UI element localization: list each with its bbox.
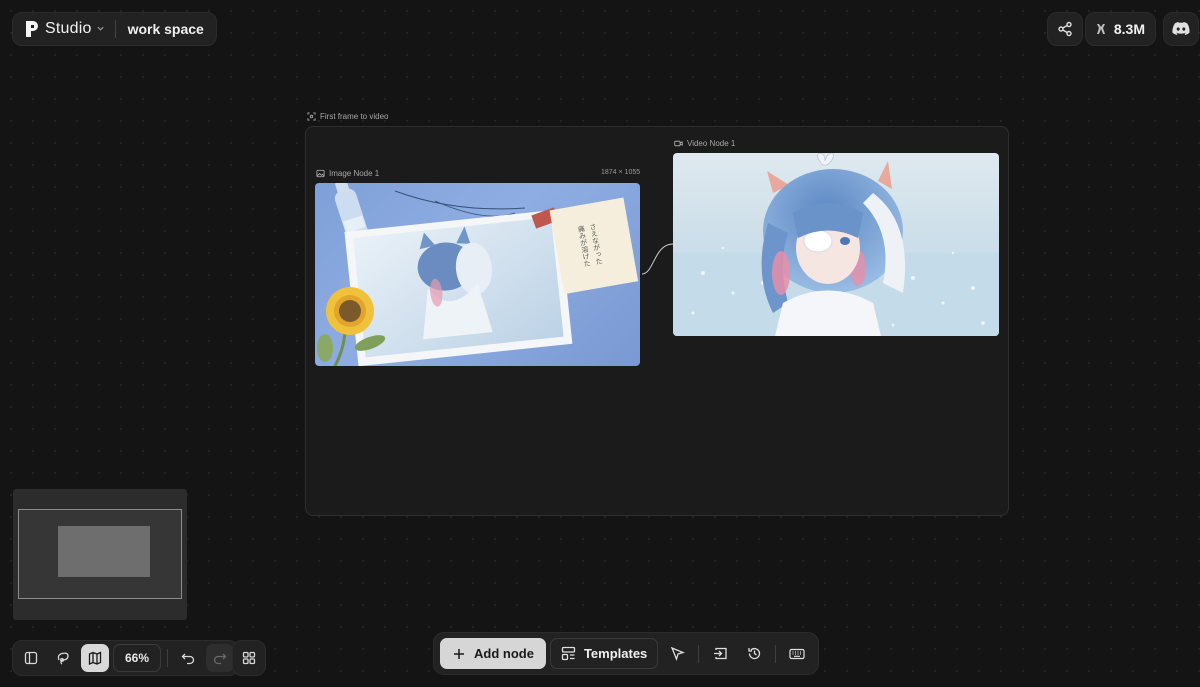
credits-icon xyxy=(1096,24,1105,34)
pointer-icon xyxy=(670,646,685,661)
share-icon xyxy=(1058,21,1072,37)
credits-value: 8.3M xyxy=(1113,21,1145,37)
image-dimensions: 1874 × 1055 xyxy=(601,169,641,176)
divider xyxy=(167,649,168,667)
templates-label: Templates xyxy=(583,646,648,661)
sidebar-toggle-icon xyxy=(24,651,38,665)
templates-button[interactable]: Templates xyxy=(549,638,659,669)
image-node[interactable]: さえながった 痛みが溶けた xyxy=(315,183,640,366)
divider xyxy=(698,644,700,663)
workspace-name[interactable]: work space xyxy=(128,21,204,37)
image-node-artwork: さえながった 痛みが溶けた xyxy=(317,183,639,366)
video-node[interactable] xyxy=(673,153,999,336)
discord-button[interactable] xyxy=(1163,12,1199,46)
node-connection-edge xyxy=(641,243,674,275)
image-icon xyxy=(316,169,325,178)
image-node-label[interactable]: Image Node 1 xyxy=(316,169,379,178)
divider xyxy=(114,20,116,38)
discord-icon xyxy=(1172,22,1190,35)
view-toolbar: 66% xyxy=(12,640,239,676)
workspace-header: Studio work space xyxy=(12,12,217,46)
undo-button[interactable] xyxy=(174,644,202,672)
history-icon xyxy=(748,647,760,660)
grid-view-button[interactable] xyxy=(232,640,266,676)
video-node-artwork xyxy=(673,153,999,336)
import-button[interactable] xyxy=(705,639,735,669)
map-toggle-button[interactable] xyxy=(81,644,109,672)
sidebar-toggle-button[interactable] xyxy=(17,644,45,672)
credits-badge[interactable]: 8.3M xyxy=(1084,12,1156,46)
studio-logo-icon[interactable] xyxy=(23,20,41,38)
main-toolbar: Add node Templates xyxy=(433,632,820,675)
minimap-group-preview xyxy=(58,526,150,577)
redo-icon xyxy=(213,653,227,665)
video-node-title: Video Node 1 xyxy=(687,139,736,148)
chevron-down-icon[interactable] xyxy=(96,20,105,38)
group-title: First frame to video xyxy=(320,112,389,121)
templates-icon xyxy=(561,646,576,661)
import-icon xyxy=(713,647,727,660)
app-name[interactable]: Studio xyxy=(45,20,92,38)
add-node-button[interactable]: Add node xyxy=(440,638,546,669)
select-tool-button[interactable] xyxy=(662,639,692,669)
frame-to-video-icon xyxy=(307,112,316,121)
group-label[interactable]: First frame to video xyxy=(307,112,388,121)
map-icon xyxy=(88,651,102,665)
video-icon xyxy=(674,140,683,147)
keyboard-icon xyxy=(789,648,805,659)
history-button[interactable] xyxy=(739,639,769,669)
share-button[interactable] xyxy=(1047,12,1083,46)
undo-icon xyxy=(181,653,195,665)
plus-icon xyxy=(454,648,464,659)
zoom-level-button[interactable]: 66% xyxy=(113,644,161,672)
add-node-label: Add node xyxy=(474,646,534,661)
redo-button[interactable] xyxy=(206,644,234,672)
lasso-button[interactable] xyxy=(49,644,77,672)
video-node-label[interactable]: Video Node 1 xyxy=(674,139,735,148)
grid-icon xyxy=(242,651,256,665)
minimap[interactable] xyxy=(13,489,187,620)
lasso-icon xyxy=(57,652,69,665)
keyboard-shortcuts-button[interactable] xyxy=(782,639,812,669)
divider xyxy=(775,644,777,663)
image-node-title: Image Node 1 xyxy=(329,169,380,178)
